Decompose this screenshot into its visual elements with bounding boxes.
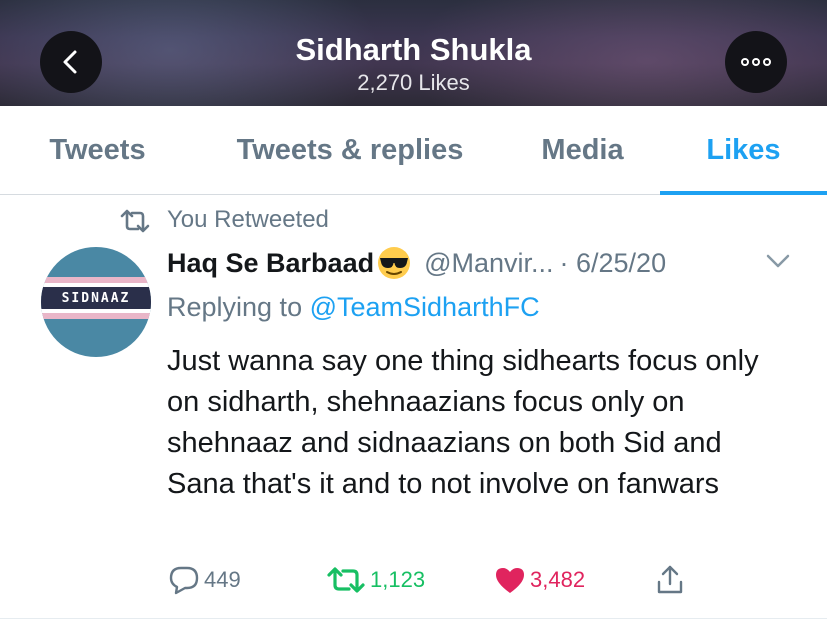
avatar-text: SIDNAAZ — [41, 287, 151, 309]
chevron-down-icon[interactable] — [765, 252, 791, 270]
tab-media[interactable]: Media — [510, 106, 655, 195]
share-icon — [657, 565, 683, 594]
retweet-context: You Retweeted — [167, 206, 329, 233]
tweet-header: Haq Se Barbaad @Manvir... · 6/25/20 — [167, 243, 666, 283]
retweet-button[interactable]: 1,123 — [326, 560, 425, 600]
share-button[interactable] — [655, 560, 689, 600]
tweet-actions: 449 1,123 3,482 — [0, 560, 827, 600]
like-button[interactable]: 3,482 — [494, 560, 585, 600]
reply-count: 449 — [204, 567, 241, 592]
likes-count: 2,270 Likes — [357, 70, 470, 95]
tweet-date: · 6/25/20 — [559, 247, 667, 278]
reply-to-handle[interactable]: @TeamSidharthFC — [310, 292, 540, 322]
retweet-icon — [120, 209, 150, 233]
tab-tweets[interactable]: Tweets — [0, 106, 195, 195]
avatar[interactable]: SIDNAAZ — [41, 247, 151, 357]
heart-icon — [496, 568, 524, 593]
more-dots-icon — [741, 58, 771, 66]
tweet-text: Just wanna say one thing sidhearts focus… — [167, 345, 759, 500]
active-tab-indicator — [660, 191, 827, 195]
author-handle: @Manvir... — [424, 247, 554, 278]
replying-to: Replying to @TeamSidharthFC — [167, 292, 540, 323]
author-name[interactable]: Haq Se Barbaad — [167, 248, 374, 279]
more-button[interactable] — [725, 31, 787, 93]
reply-icon — [169, 566, 199, 595]
tab-likes[interactable]: Likes — [660, 106, 827, 195]
profile-header: Sidharth Shukla 2,270 Likes — [0, 0, 827, 106]
retweet-active-icon — [327, 567, 365, 593]
profile-name: Sidharth Shukla — [295, 32, 532, 67]
profile-tabs: Tweets Tweets & replies Media Likes — [0, 106, 827, 195]
like-count: 3,482 — [530, 567, 586, 592]
replying-to-label: Replying to — [167, 292, 310, 322]
sunglasses-emoji-icon — [378, 247, 411, 279]
divider — [0, 618, 827, 619]
reply-button[interactable]: 449 — [168, 560, 241, 600]
tab-tweets-and-replies[interactable]: Tweets & replies — [205, 106, 495, 195]
retweet-count: 1,123 — [370, 567, 426, 592]
